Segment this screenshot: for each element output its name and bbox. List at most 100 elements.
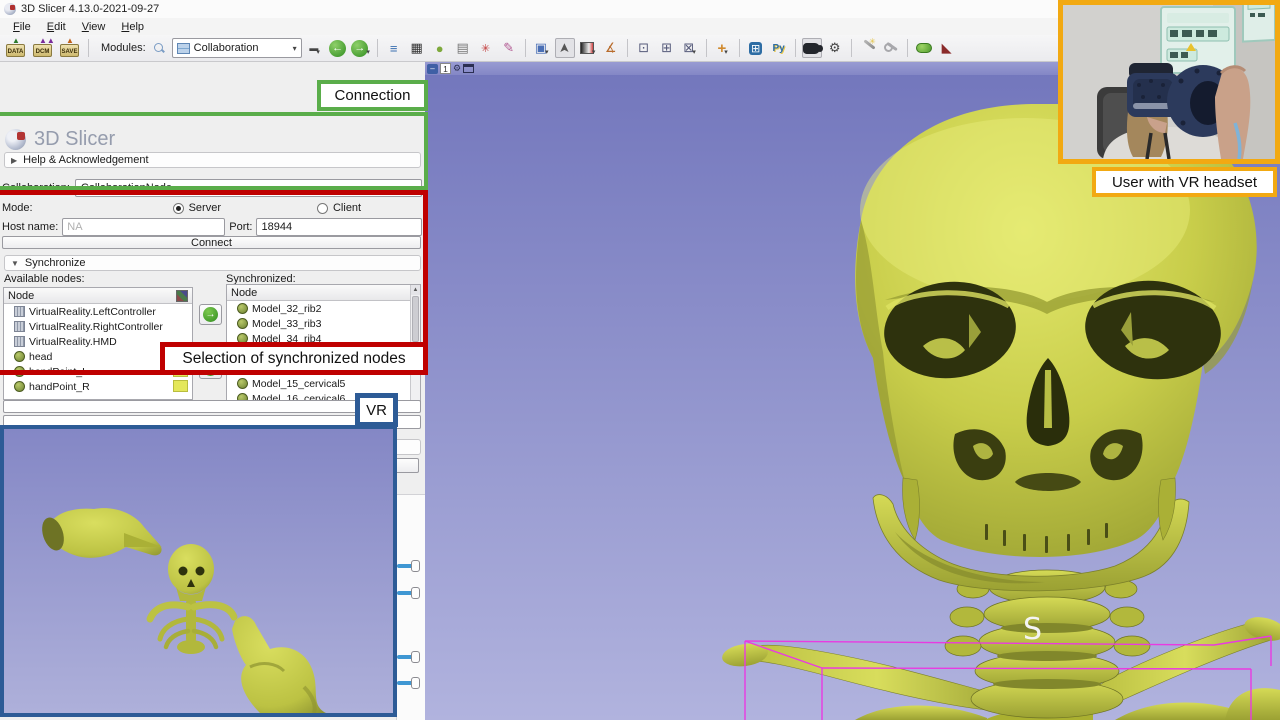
virtual-reality-button[interactable] — [802, 38, 822, 58]
green-pill-icon — [916, 43, 932, 53]
host-name-input[interactable] — [62, 218, 225, 236]
separator — [377, 39, 378, 57]
capture-region-button[interactable]: ▣▾ — [532, 38, 552, 58]
radio-selected-icon — [173, 203, 184, 214]
module-forward-button[interactable]: →▾ — [351, 38, 371, 58]
module-back-button[interactable]: ← — [328, 38, 348, 58]
magic-wand-button[interactable] — [858, 38, 878, 58]
python-console-button[interactable]: Py — [769, 38, 789, 58]
help-acknowledgement-section[interactable]: ▶ Help & Acknowledgement — [4, 152, 421, 168]
menu-file[interactable]: File — [6, 20, 38, 34]
mode-row: Mode: Server Client — [2, 202, 422, 214]
chevron-down-icon: ▾ — [316, 48, 320, 58]
menu-view[interactable]: View — [75, 20, 113, 34]
module-selector-value: Collaboration — [194, 42, 259, 54]
list-item[interactable]: Model_32_rib2 — [227, 301, 420, 316]
slicer-logo-text: 3D Slicer — [34, 128, 115, 151]
chevron-down-icon: ▾ — [545, 48, 549, 58]
transform-node-icon — [14, 321, 25, 332]
view-gear-icon[interactable]: ⚙ — [453, 63, 461, 74]
user-webcam-inset — [1058, 0, 1280, 164]
collaboration-node-combobox[interactable]: CollaborationNode ▾ — [75, 179, 422, 197]
ruler-button[interactable]: ∡ — [601, 38, 621, 58]
menu-help[interactable]: Help — [114, 20, 151, 34]
scroll-up-icon[interactable]: ▲ — [411, 285, 420, 295]
module-search-icon[interactable] — [153, 42, 165, 54]
add-to-synchronized-button[interactable]: → — [199, 304, 222, 325]
node-column-header: Node — [231, 287, 257, 299]
scene-views-button[interactable]: ⊞ — [657, 38, 677, 58]
list-item[interactable]: VirtualReality.LeftController — [4, 304, 192, 319]
clipped-toolbar-button[interactable]: ◣ — [937, 38, 957, 58]
subject-hierarchy-button[interactable]: ≡ — [384, 38, 404, 58]
volumes-module-button[interactable]: ▦ — [407, 38, 427, 58]
list-item[interactable]: Model_15_cervical5 — [227, 376, 420, 391]
window-title: 3D Slicer 4.13.0-2021-09-27 — [21, 3, 159, 15]
back-arrow-icon: ← — [329, 40, 346, 57]
vr-slider[interactable] — [397, 650, 423, 664]
vr-slider[interactable] — [397, 586, 423, 600]
module-history-button[interactable]: ▬▾ — [305, 38, 325, 58]
separator — [706, 39, 707, 57]
view-pin-button[interactable]: – — [427, 64, 438, 74]
right-arrow-icon: → — [203, 307, 218, 322]
user-annotation-label: User with VR headset — [1092, 167, 1277, 197]
vr-settings-button[interactable]: ⚙ — [825, 38, 845, 58]
connect-button[interactable]: Connect — [2, 236, 421, 249]
markups-module-button[interactable]: ✳ — [476, 38, 496, 58]
scene-view-menu-button[interactable]: ⊠▾ — [680, 38, 700, 58]
model-node-icon — [237, 303, 248, 314]
module-selector-combobox[interactable]: Collaboration ▾ — [172, 38, 302, 58]
extensions-manager-button[interactable]: ⊞ — [746, 38, 766, 58]
synchronize-section-header[interactable]: ▼ Synchronize — [4, 255, 421, 271]
host-name-label: Host name: — [2, 221, 58, 233]
annotations-button[interactable]: ✎ — [499, 38, 519, 58]
view-layout-icon[interactable] — [463, 64, 474, 73]
window-level-button[interactable]: ▾ — [578, 38, 598, 58]
save-button[interactable]: ▲ SAVE — [58, 37, 82, 59]
help-acknowledgement-label: Help & Acknowledgement — [23, 154, 148, 166]
client-radio[interactable]: Client — [317, 202, 361, 214]
chevron-down-icon: ▾ — [592, 48, 596, 58]
chevron-down-icon: ▾ — [724, 48, 728, 58]
list-item[interactable]: handPoint_R — [4, 379, 192, 394]
client-radio-label: Client — [333, 202, 361, 214]
model-node-icon — [14, 351, 25, 362]
vr-slider[interactable] — [397, 676, 423, 690]
screenshot-button[interactable]: ⊡ — [634, 38, 654, 58]
tools-button[interactable] — [881, 38, 901, 58]
separator — [627, 39, 628, 57]
vr-slider[interactable] — [397, 559, 423, 573]
scrollbar-thumb[interactable] — [412, 296, 419, 342]
radio-unselected-icon — [317, 203, 328, 214]
models-module-button[interactable]: ● — [430, 38, 450, 58]
layers-button[interactable]: ▤ — [453, 38, 473, 58]
list-item[interactable]: Model_33_rib3 — [227, 316, 420, 331]
crosshair-button[interactable]: +▾ — [713, 38, 733, 58]
model-node-icon — [237, 318, 248, 329]
load-dicom-button[interactable]: ▲▲ DCM — [31, 37, 55, 59]
separator — [851, 39, 852, 57]
modules-label: Modules: — [101, 42, 146, 54]
list-item[interactable]: VirtualReality.RightController — [4, 319, 192, 334]
separator — [907, 39, 908, 57]
mouse-interaction-button[interactable]: ➤ — [555, 38, 575, 58]
transform-node-icon — [14, 336, 25, 347]
server-radio[interactable]: Server — [173, 202, 221, 214]
slicer-logo: 3D Slicer — [5, 128, 115, 151]
connection-annotation-label: Connection — [317, 80, 428, 111]
chevron-down-icon: ▾ — [692, 48, 696, 58]
port-input[interactable] — [256, 218, 422, 236]
separator — [88, 39, 89, 57]
module-panel-toggle-button[interactable] — [914, 38, 934, 58]
node-column-header: Node — [8, 290, 34, 302]
menu-edit[interactable]: Edit — [40, 20, 73, 34]
load-data-button[interactable]: ▲ DATA — [4, 37, 28, 59]
wrench-icon — [884, 42, 897, 55]
separator — [739, 39, 740, 57]
view-number-badge: 1 — [440, 63, 451, 74]
vr-annotation-label: VR — [355, 393, 398, 427]
node-color-swatch[interactable] — [173, 380, 188, 392]
chevron-down-icon: ▾ — [366, 48, 370, 58]
collaboration-label: Collaboration: — [2, 182, 70, 194]
